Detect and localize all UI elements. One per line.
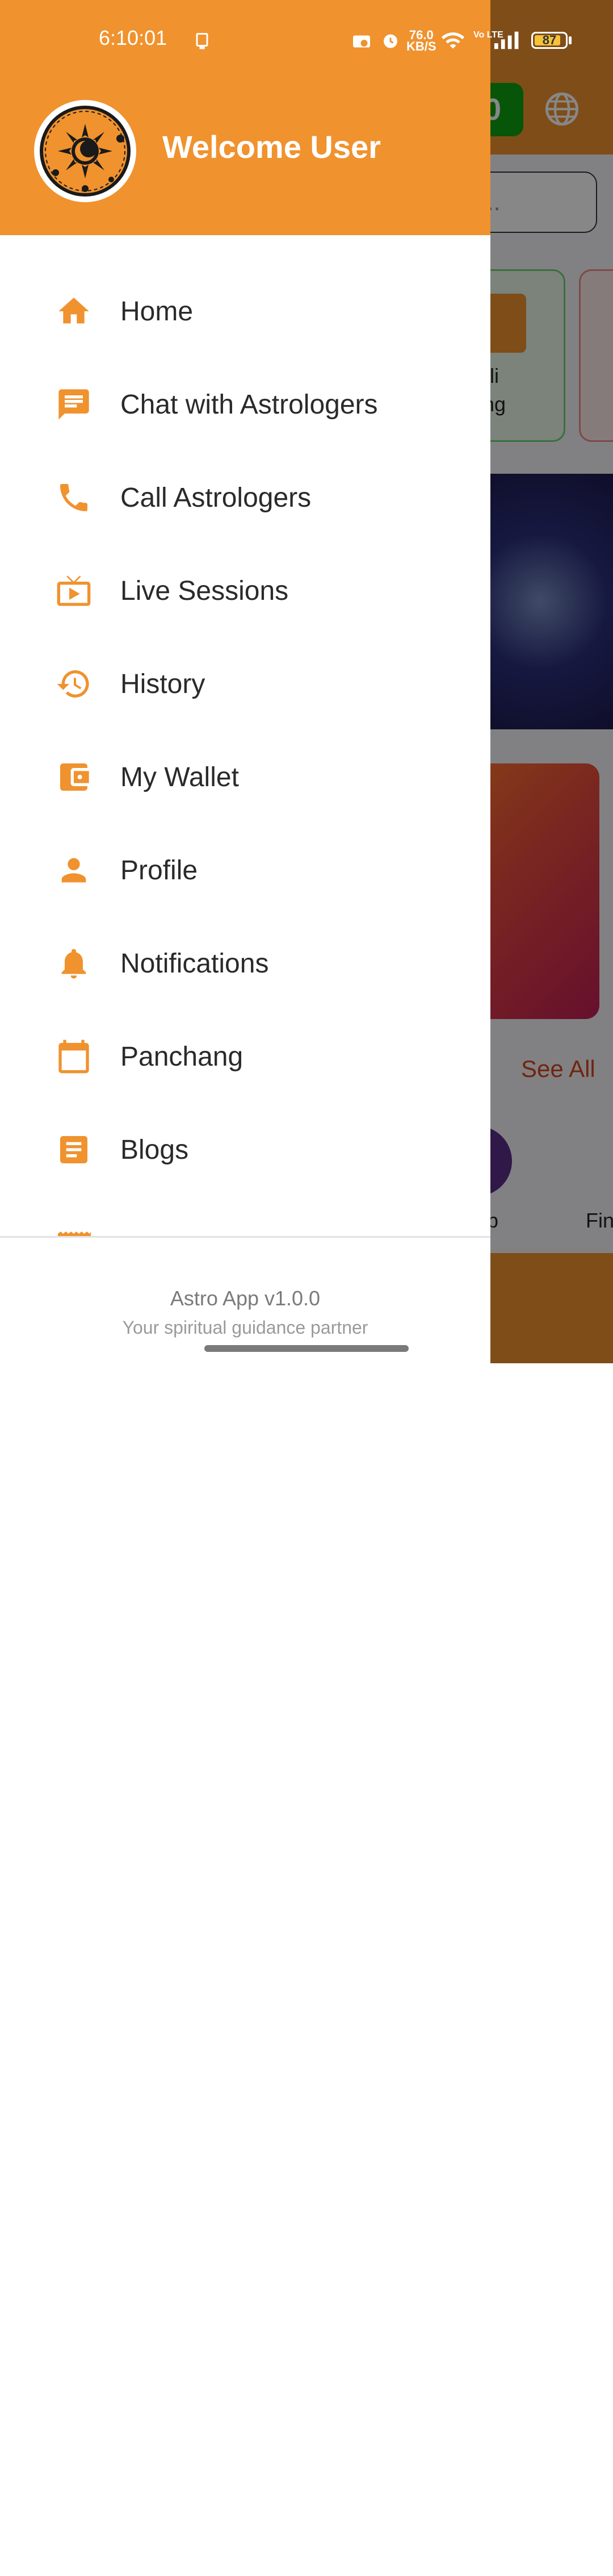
- home-icon: [56, 293, 92, 329]
- history-icon: [537, 2523, 565, 2546]
- screen-record-icon: [196, 33, 208, 49]
- sun-moon-logo-icon: [40, 106, 131, 197]
- menu-item-label: Panchang: [120, 1041, 243, 1072]
- menu-item-profile[interactable]: Profile: [0, 824, 490, 917]
- menu-item-call-astrologers[interactable]: Call Astrologers: [0, 451, 490, 544]
- menu-item-blogs[interactable]: Blogs: [0, 1103, 490, 1196]
- menu-item-label: Call Astrologers: [120, 482, 312, 513]
- live-tv-icon: [56, 573, 92, 609]
- menu-item-label: Profile: [120, 855, 198, 886]
- network-speed: 76.0 KB/S: [406, 28, 436, 53]
- cast-icon: [353, 35, 370, 48]
- menu-item-chat-with-astrologers[interactable]: Chat with Astrologers: [0, 358, 490, 451]
- menu-item-label: Blogs: [120, 1134, 189, 1165]
- wifi-icon: [441, 32, 465, 49]
- drawer-menu: Home Chat with Astrologers Call Astrolog…: [0, 265, 490, 1196]
- menu-item-live-sessions[interactable]: Live Sessions: [0, 544, 490, 637]
- menu-item-label: History: [120, 669, 205, 699]
- calendar-icon: [56, 1038, 92, 1075]
- menu-item-label: Notifications: [120, 948, 269, 979]
- menu-item-panchang[interactable]: Panchang: [0, 1010, 490, 1103]
- app-logo: [34, 100, 136, 202]
- bell-icon: [56, 945, 92, 982]
- alarm-icon: [384, 34, 397, 48]
- menu-item-my-wallet[interactable]: My Wallet: [0, 730, 490, 824]
- article-icon: [56, 1132, 92, 1168]
- status-bar: 6:10:01 76.0 KB/S Vo LTE 87: [0, 0, 613, 75]
- history-icon: [56, 666, 92, 702]
- signal-icon: [494, 31, 519, 49]
- app-version: Astro App v1.0.0: [170, 1287, 321, 1310]
- battery-level: 87: [542, 33, 557, 47]
- menu-item-label: Chat with Astrologers: [120, 389, 378, 420]
- menu-item-label: Live Sessions: [120, 575, 289, 606]
- welcome-title: Welcome User: [162, 129, 381, 165]
- menu-item-history[interactable]: History: [0, 637, 490, 730]
- menu-item-home[interactable]: Home: [0, 265, 490, 358]
- app-tagline: Your spiritual guidance partner: [122, 1317, 368, 1338]
- menu-item-label: Home: [120, 296, 194, 327]
- menu-item-label: My Wallet: [120, 762, 239, 792]
- status-time: 6:10:01: [99, 26, 167, 49]
- phone-icon: [56, 479, 92, 516]
- wallet-icon: [56, 759, 92, 795]
- home-indicator[interactable]: [204, 1345, 409, 1352]
- bottom-nav-history[interactable]: History: [521, 2555, 583, 2576]
- person-icon: [56, 852, 92, 888]
- menu-item-notifications[interactable]: Notifications: [0, 917, 490, 1010]
- battery-indicator: 87: [531, 32, 568, 49]
- navigation-drawer: Welcome User Home Chat with Astrologers …: [0, 0, 490, 1365]
- chat-icon: [56, 386, 92, 423]
